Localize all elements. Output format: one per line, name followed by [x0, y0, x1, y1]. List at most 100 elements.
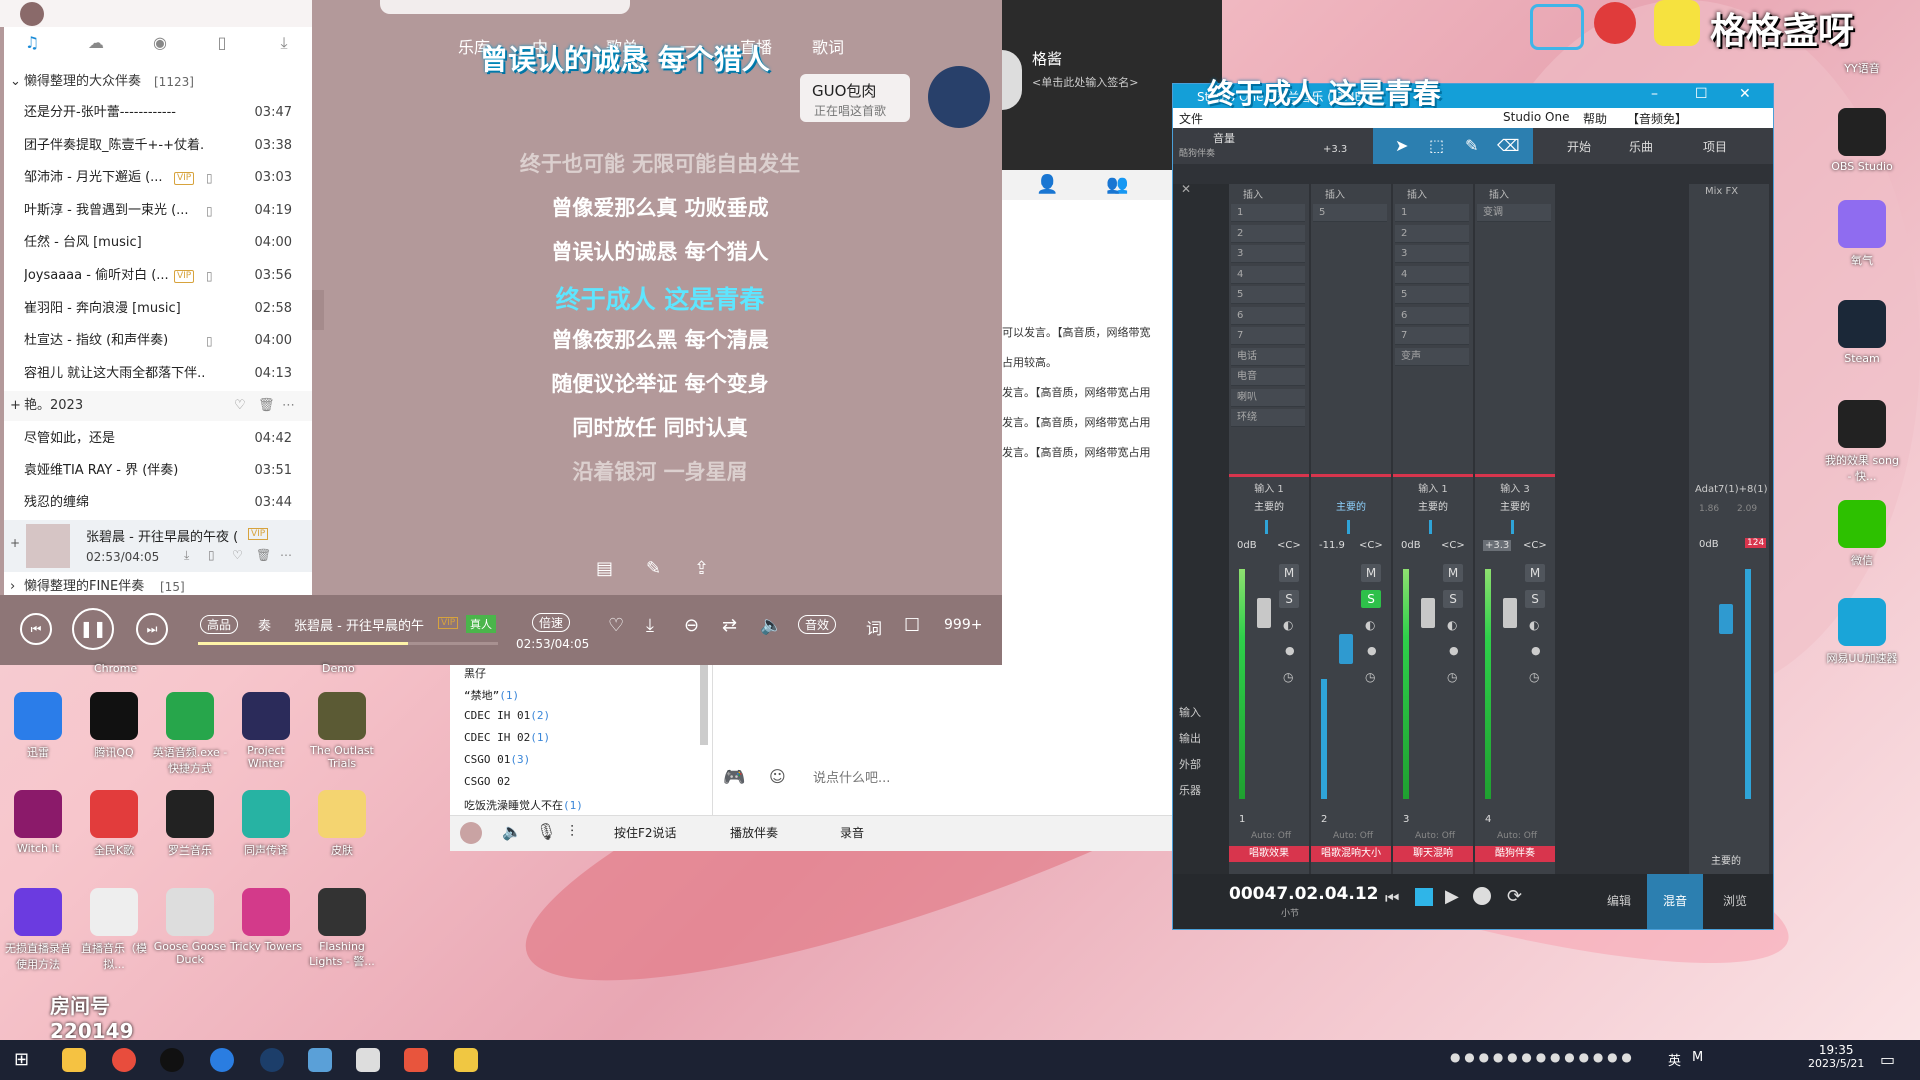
- mixfx-label[interactable]: Mix FX: [1705, 186, 1738, 197]
- volume-fader[interactable]: [1257, 598, 1271, 628]
- desktop-icon[interactable]: 全民K歌: [76, 790, 152, 858]
- mv-icon[interactable]: ▯: [206, 325, 213, 357]
- start-tab[interactable]: 开始: [1567, 138, 1591, 155]
- list-item[interactable]: 任然 - 台风 [music] 04:00: [4, 227, 312, 259]
- search-input[interactable]: [380, 0, 630, 14]
- lyric-layout-icon[interactable]: ▤: [596, 558, 613, 579]
- device-icon[interactable]: ▯: [212, 33, 232, 53]
- insert-slot[interactable]: 电话: [1231, 347, 1305, 366]
- close-icon[interactable]: ✕: [1181, 182, 1191, 196]
- insert-label[interactable]: 插入: [1489, 186, 1509, 201]
- menu-audio[interactable]: 【音频免】: [1627, 110, 1687, 127]
- desktop-icon[interactable]: 氧气: [1824, 200, 1900, 268]
- record-button[interactable]: 录音: [840, 824, 864, 841]
- timer-icon[interactable]: ◷: [1283, 670, 1293, 684]
- record-arm-icon[interactable]: ●: [1531, 644, 1541, 657]
- profile-avatar[interactable]: [1002, 50, 1022, 110]
- volume-icon[interactable]: 🔈: [760, 615, 782, 636]
- loop-icon[interactable]: ⟳: [1507, 886, 1522, 907]
- auto-mode[interactable]: Auto: Off: [1497, 831, 1537, 841]
- solo-button[interactable]: S: [1525, 590, 1545, 608]
- menu-file[interactable]: 文件: [1179, 110, 1203, 127]
- list-item[interactable]: 崔羽阳 - 奔向浪漫 [music] 02:58: [4, 293, 312, 325]
- list-item[interactable]: Joysaaaa - 偷听对白 (... VIP ▯ 03:56: [4, 260, 312, 292]
- insert-slot[interactable]: 6: [1395, 306, 1469, 325]
- insert-slot[interactable]: 变声: [1395, 347, 1469, 366]
- list-item[interactable]: 邹沛沛 - 月光下邂逅 (... VIP ▯ 03:03: [4, 162, 312, 194]
- pan-indicator[interactable]: [1265, 520, 1268, 534]
- desktop-icon[interactable]: 无损直播录音使用方法: [0, 888, 76, 972]
- chat-input[interactable]: [811, 767, 1155, 789]
- rewind-button[interactable]: ⏮: [1385, 888, 1399, 908]
- collapse-handle[interactable]: [312, 290, 324, 330]
- desktop-icon[interactable]: 腾讯QQ: [76, 692, 152, 760]
- menu-help[interactable]: 帮助: [1583, 110, 1607, 127]
- volume-fader[interactable]: [1339, 634, 1353, 664]
- kugou-icon[interactable]: [210, 1048, 234, 1072]
- insert-slot[interactable]: 4: [1395, 265, 1469, 284]
- play-accompaniment-button[interactable]: 播放伴奏: [730, 824, 778, 841]
- volume-fader[interactable]: [1421, 598, 1435, 628]
- like-icon[interactable]: ♡: [608, 615, 624, 636]
- timer-icon[interactable]: ◷: [1365, 670, 1375, 684]
- solo-button[interactable]: S: [1443, 590, 1463, 608]
- radio-icon[interactable]: ◉: [150, 33, 170, 53]
- channel-name[interactable]: 酷狗伴奏: [1475, 846, 1555, 862]
- desktop-icon[interactable]: The Outlast Trials: [304, 692, 380, 770]
- clock[interactable]: 19:35 2023/5/21: [1808, 1043, 1864, 1070]
- karaoke-icon[interactable]: [404, 1048, 428, 1072]
- pan-indicator[interactable]: [1511, 520, 1514, 534]
- insert-slot[interactable]: 4: [1231, 265, 1305, 284]
- app-icon[interactable]: [260, 1048, 284, 1072]
- desktop-icon[interactable]: 英语音频.exe - 快捷方式: [152, 692, 228, 776]
- mute-button[interactable]: M: [1443, 564, 1463, 582]
- prev-button[interactable]: ⏮: [20, 613, 52, 645]
- mv-icon[interactable]: ▯: [206, 162, 213, 194]
- channel-output[interactable]: 主要的: [1311, 500, 1391, 516]
- lyric-button[interactable]: 词: [866, 615, 882, 639]
- music-icon[interactable]: ♫: [22, 33, 42, 53]
- desktop-icon[interactable]: Tricky Towers: [228, 888, 304, 953]
- channel-name[interactable]: 唱歌效果: [1229, 846, 1309, 862]
- record-arm-icon[interactable]: ●: [1285, 644, 1295, 657]
- pause-button[interactable]: ❚❚: [72, 608, 114, 650]
- insert-slot[interactable]: 5: [1231, 286, 1305, 304]
- more-icon[interactable]: ⋯: [282, 391, 295, 421]
- avatar[interactable]: [460, 822, 482, 844]
- chat-signature[interactable]: <单击此处输入签名>: [1032, 74, 1138, 90]
- desktop-icon[interactable]: 微信: [1824, 500, 1900, 568]
- trash-icon[interactable]: 🗑: [258, 391, 275, 421]
- channel-input[interactable]: [1311, 482, 1391, 498]
- insert-label[interactable]: 插入: [1243, 186, 1263, 201]
- effect-button[interactable]: 音效: [798, 615, 837, 634]
- record-arm-icon[interactable]: ●: [1367, 644, 1377, 657]
- insert-slot[interactable]: 1: [1395, 204, 1469, 222]
- insert-slot[interactable]: 7: [1231, 327, 1305, 345]
- scrollbar[interactable]: [700, 665, 708, 745]
- pen-icon[interactable]: ✎: [646, 558, 661, 579]
- insert-slot[interactable]: 7: [1395, 327, 1469, 345]
- view-mix[interactable]: 混音: [1663, 892, 1687, 909]
- app-icon[interactable]: [454, 1048, 478, 1072]
- trash-icon[interactable]: 🗑: [256, 548, 271, 562]
- side-external[interactable]: 外部: [1179, 756, 1201, 772]
- timer-icon[interactable]: ◷: [1529, 670, 1539, 684]
- volume-fader[interactable]: [1503, 598, 1517, 628]
- loop-icon[interactable]: ⇄: [722, 615, 737, 636]
- download-icon[interactable]: ⤓: [184, 548, 189, 563]
- insert-slot[interactable]: 电音: [1231, 368, 1305, 386]
- channel-input[interactable]: 输入 1: [1229, 482, 1309, 498]
- start-icon[interactable]: ⊞: [14, 1049, 29, 1070]
- list-item[interactable]: 袁娅维TIA RAY - 界 (伴奏) 03:51: [4, 455, 312, 487]
- pan-value[interactable]: <C>: [1359, 540, 1383, 551]
- timer-icon[interactable]: ◷: [1447, 670, 1457, 684]
- insert-slot[interactable]: 3: [1231, 245, 1305, 263]
- minimize-button[interactable]: –: [1651, 86, 1658, 102]
- record-arm-icon[interactable]: ●: [1449, 644, 1459, 657]
- solo-button[interactable]: S: [1279, 590, 1299, 608]
- record-button[interactable]: [1473, 887, 1491, 905]
- user-icon[interactable]: 👤: [1036, 174, 1058, 195]
- pan-indicator[interactable]: [1429, 520, 1432, 534]
- real-voice-badge[interactable]: 真人: [466, 615, 496, 633]
- insert-slot[interactable]: 5: [1313, 204, 1387, 222]
